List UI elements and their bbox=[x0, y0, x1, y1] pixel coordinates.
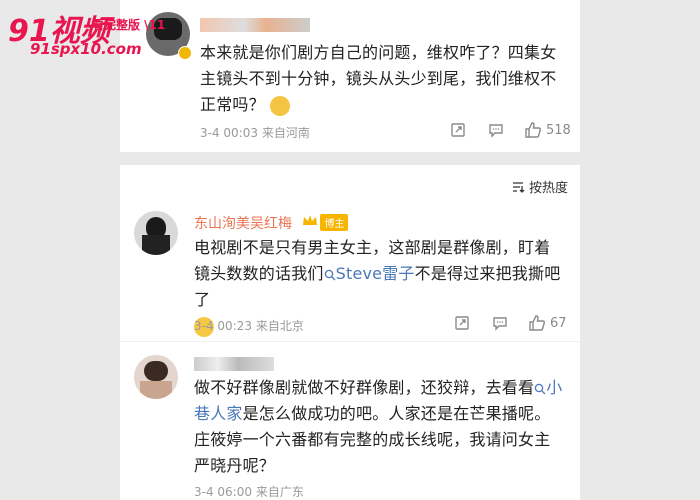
username[interactable]: 东山洵美吴红梅 博主 bbox=[194, 213, 349, 233]
share-icon bbox=[455, 316, 469, 330]
sort-button[interactable]: 按热度 bbox=[511, 177, 568, 196]
comment-card-1: 本来就是你们剧方自己的问题，维权咋了？四集女主镜头不到十分钟，镜头从头少到尾，我… bbox=[120, 0, 580, 152]
site-watermark: 91视频 看完整版 \11 91spx10.com bbox=[8, 6, 178, 58]
comment-button[interactable] bbox=[488, 122, 504, 138]
blogger-badge: 博主 bbox=[320, 213, 349, 231]
sort-label: 按热度 bbox=[528, 181, 568, 196]
watermark-tag: 看完整版 \11 bbox=[92, 18, 166, 32]
comment-meta: 3-4 06:00 来自广东 bbox=[194, 485, 304, 499]
like-button[interactable]: 518 bbox=[524, 121, 571, 139]
search-icon bbox=[324, 269, 336, 280]
smile-emoji-icon bbox=[270, 95, 291, 116]
like-button[interactable]: 67 bbox=[528, 314, 567, 332]
watermark-url: 91spx10.com bbox=[30, 40, 142, 58]
crown-icon bbox=[302, 214, 318, 231]
username-blurred[interactable] bbox=[200, 18, 310, 32]
like-count: 518 bbox=[546, 122, 571, 138]
divider bbox=[120, 341, 580, 342]
mention-link[interactable]: Steve雷子 bbox=[324, 264, 415, 283]
comment-text: 本来就是你们剧方自己的问题，维权咋了？四集女主镜头不到十分钟，镜头从头少到尾，我… bbox=[200, 43, 557, 116]
share-button[interactable] bbox=[454, 315, 470, 331]
share-button[interactable] bbox=[450, 122, 466, 138]
sort-icon bbox=[512, 181, 525, 193]
comments-section: 按热度 东山洵美吴红梅 博主 电视剧不是只有男主女主，这部剧是群像剧，盯着镜头数… bbox=[120, 165, 580, 500]
comment-meta: 3-4 00:03 来自河南 bbox=[200, 126, 310, 140]
search-icon bbox=[534, 383, 546, 394]
like-count: 67 bbox=[550, 315, 567, 331]
username-blurred[interactable] bbox=[194, 357, 274, 371]
comment-button[interactable] bbox=[492, 315, 508, 331]
comment-meta: 3-4 00:23 来自北京 bbox=[194, 319, 304, 333]
comment-icon bbox=[493, 317, 507, 331]
comment-text: 做不好群像剧就做不好群像剧，还狡辩，去看看 小巷人家是怎么做成功的吧。人家还是在芒… bbox=[194, 378, 563, 475]
verified-badge-icon bbox=[178, 46, 192, 60]
thumbs-up-icon bbox=[525, 122, 541, 138]
avatar[interactable] bbox=[134, 355, 178, 399]
avatar[interactable] bbox=[134, 211, 178, 255]
thumbs-up-icon bbox=[529, 315, 545, 331]
share-icon bbox=[451, 123, 465, 137]
comment-icon bbox=[489, 124, 503, 138]
